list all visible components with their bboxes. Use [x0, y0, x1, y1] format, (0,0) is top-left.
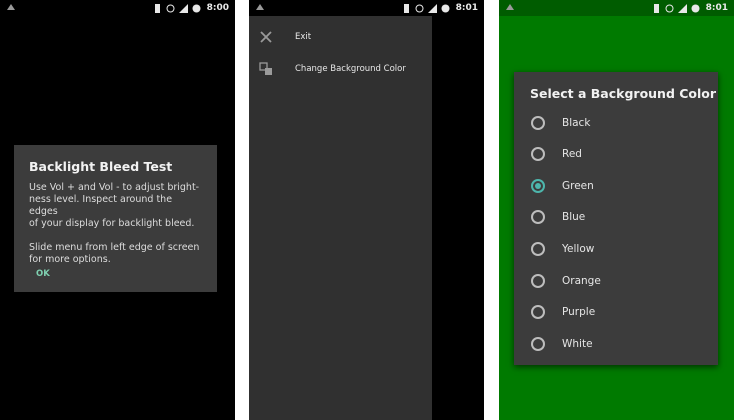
signal-icon	[178, 3, 188, 13]
drawer-item-label: Change Background Color	[295, 64, 406, 74]
radio-button[interactable]	[531, 337, 545, 351]
alarm-icon	[415, 4, 424, 12]
radio-button[interactable]	[531, 147, 545, 161]
radio-button-selected[interactable]	[531, 179, 545, 193]
drawer-item-exit[interactable]: Exit	[249, 25, 432, 49]
navigation-drawer: Exit Change Background Color	[249, 16, 432, 420]
color-option-white[interactable]: White	[514, 330, 718, 358]
status-bar: 8:00	[0, 0, 235, 16]
info-dialog: Backlight Bleed Test Use Vol + and Vol -…	[14, 145, 217, 292]
vibrate-icon	[403, 3, 409, 13]
ok-button[interactable]: OK	[36, 269, 50, 279]
color-option-yellow[interactable]: Yellow	[514, 235, 718, 263]
close-icon	[260, 31, 272, 43]
notification-icon	[7, 4, 15, 10]
drawer-item-label: Exit	[295, 32, 312, 42]
option-label: Green	[562, 180, 594, 192]
radio-button[interactable]	[531, 274, 545, 288]
color-option-green[interactable]: Green	[514, 172, 718, 200]
battery-icon	[691, 4, 700, 12]
clock: 8:00	[206, 3, 229, 13]
signal-icon	[427, 3, 437, 13]
status-bar: 8:01	[249, 0, 484, 16]
option-label: Blue	[562, 211, 586, 223]
dialog-message: Use Vol + and Vol - to adjust bright- ne…	[29, 182, 200, 265]
notification-icon	[506, 4, 514, 10]
screen-select-color: 8:01 Select a Background Color Black Red…	[499, 0, 734, 420]
option-label: Orange	[562, 275, 601, 287]
color-option-black[interactable]: Black	[514, 109, 718, 137]
color-option-orange[interactable]: Orange	[514, 267, 718, 295]
alarm-icon	[665, 4, 674, 12]
notification-icon	[256, 4, 264, 10]
color-swatch-icon	[259, 62, 272, 75]
option-label: Purple	[562, 306, 596, 318]
radio-button[interactable]	[531, 242, 545, 256]
alarm-icon	[166, 4, 175, 12]
option-label: Yellow	[562, 243, 595, 255]
color-option-blue[interactable]: Blue	[514, 203, 718, 231]
option-label: White	[562, 338, 593, 350]
vibrate-icon	[653, 3, 659, 13]
option-label: Red	[562, 148, 582, 160]
color-option-purple[interactable]: Purple	[514, 298, 718, 326]
screen-nav-drawer: 8:01 Exit Change Background Color	[249, 0, 484, 420]
signal-icon	[677, 3, 687, 13]
color-option-red[interactable]: Red	[514, 140, 718, 168]
radio-button[interactable]	[531, 210, 545, 224]
clock: 8:01	[455, 3, 478, 13]
battery-icon	[192, 4, 201, 12]
vibrate-icon	[154, 3, 160, 13]
drawer-item-change-background-color[interactable]: Change Background Color	[249, 57, 432, 81]
color-picker-dialog: Select a Background Color Black Red Gree…	[514, 72, 718, 365]
option-label: Black	[562, 117, 591, 129]
dialog-title: Select a Background Color	[530, 86, 717, 101]
dialog-title: Backlight Bleed Test	[29, 159, 173, 174]
screen-backlight-test: 8:00 Backlight Bleed Test Use Vol + and …	[0, 0, 235, 420]
radio-button[interactable]	[531, 116, 545, 130]
battery-icon	[441, 4, 450, 12]
clock: 8:01	[705, 3, 728, 13]
status-bar: 8:01	[499, 0, 734, 16]
radio-button[interactable]	[531, 305, 545, 319]
